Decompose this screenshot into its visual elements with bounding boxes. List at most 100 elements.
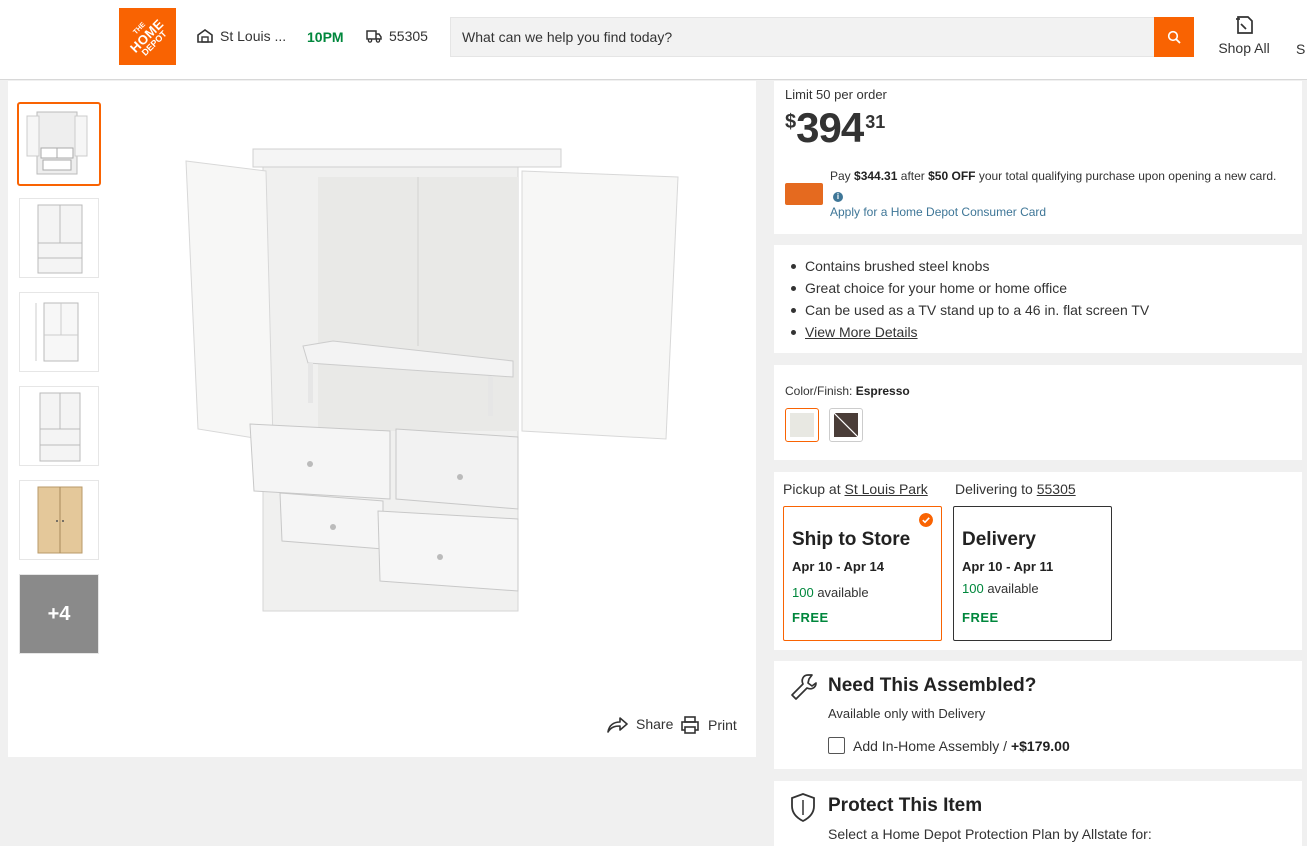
assembly-subtitle: Available only with Delivery: [828, 706, 986, 721]
assembly-checkbox[interactable]: [828, 737, 845, 754]
armoire-dimensions-thumbnail: [35, 302, 79, 362]
share-button[interactable]: Share: [606, 715, 673, 733]
promo-after: after: [900, 169, 925, 183]
promo-rest: your total qualifying purchase upon open…: [978, 169, 1277, 183]
media-gallery: +4 Share Print: [8, 81, 756, 757]
share-label: Share: [636, 716, 674, 732]
apply-card-link[interactable]: Apply for a Home Depot Consumer Card: [830, 205, 1046, 219]
highlights-card: Contains brushed steel knobs Great choic…: [774, 245, 1302, 353]
pickup-prefix: Pickup at: [783, 481, 841, 497]
delivery-title: Delivery: [962, 529, 1036, 550]
share-icon: [607, 717, 628, 733]
armoire-maple-thumbnail: [37, 486, 83, 554]
highlight-text: Can be used as a TV stand up to a 46 in.…: [805, 302, 1150, 318]
promo-discount: $50 OFF: [928, 169, 976, 183]
truck-icon: [366, 30, 382, 43]
promo-amount: $344.31: [854, 169, 898, 183]
search-icon: [1167, 30, 1181, 44]
ship-qty: 100: [792, 585, 814, 600]
thumbnail-more[interactable]: +4: [19, 574, 99, 654]
ship-avail-text: available: [817, 585, 869, 600]
shop-all-icon: [1236, 16, 1253, 34]
assembly-card: Need This Assembled? Available only with…: [774, 661, 1302, 769]
armoire-front-thumbnail: [39, 392, 81, 462]
color-label-text: Color/Finish:: [785, 384, 853, 398]
armoire-closed-thumbnail: [37, 204, 83, 274]
price-cents: 31: [865, 112, 886, 132]
color-finish-label: Color/Finish: Espresso: [785, 384, 910, 398]
search-bar: [450, 17, 1194, 57]
delivery-dates: Apr 10 - Apr 11: [962, 559, 1054, 574]
delivery-avail-text: available: [987, 581, 1039, 596]
thumbnail-4[interactable]: [19, 386, 99, 466]
store-hours[interactable]: 10PM: [307, 29, 344, 45]
store-name: St Louis ...: [220, 28, 287, 44]
delivery-zip: 55305: [389, 28, 428, 44]
highlight-item: Great choice for your home or home offic…: [790, 279, 1149, 301]
highlights-list: Contains brushed steel knobs Great choic…: [790, 257, 1150, 345]
ship-to-store-dates: Apr 10 - Apr 14: [792, 559, 884, 574]
ship-to-store-availability: 100 available: [792, 585, 869, 600]
info-icon[interactable]: i: [833, 192, 843, 202]
thumbnail-2[interactable]: [19, 198, 99, 278]
pickup-store-link[interactable]: St Louis Park: [844, 481, 927, 497]
site-header: THE HOME DEPOT St Louis ... 10PM 55305 W…: [0, 0, 1307, 80]
price-dollars: 394: [796, 104, 864, 151]
shop-all-label: Shop All: [1218, 40, 1270, 56]
highlight-text: Great choice for your home or home offic…: [805, 280, 1067, 296]
assembly-checkbox-label[interactable]: Add In-Home Assembly / +$179.00: [853, 738, 1070, 754]
main-product-image[interactable]: [178, 141, 688, 661]
assembly-price: +$179.00: [1010, 738, 1070, 754]
armoire-thumbnail-image: [26, 111, 88, 175]
search-button[interactable]: [1154, 17, 1194, 57]
delivery-zip-selector[interactable]: 55305: [366, 28, 428, 44]
shield-icon: [791, 793, 815, 823]
swatch-espresso[interactable]: [829, 408, 863, 442]
print-label: Print: [708, 717, 737, 733]
promo-pay: Pay: [830, 169, 851, 183]
pickup-label: Pickup at St Louis Park: [783, 481, 928, 497]
wrench-icon: [791, 674, 817, 700]
product-price: $ 394 31: [785, 107, 885, 149]
price-card: Limit 50 per order $ 394 31 Pay $344.31 …: [774, 81, 1302, 234]
protection-card: Protect This Item Select a Home Depot Pr…: [774, 781, 1302, 846]
color-selected-value: Espresso: [855, 384, 910, 398]
delivery-price: FREE: [962, 610, 999, 625]
delivery-qty: 100: [962, 581, 984, 596]
home-depot-logo[interactable]: THE HOME DEPOT: [119, 8, 176, 65]
highlight-item: Contains brushed steel knobs: [790, 257, 1149, 279]
view-more-details-text: View More Details: [805, 324, 918, 340]
thumbnail-1[interactable]: [17, 102, 101, 186]
view-more-details-link[interactable]: View More Details: [790, 323, 1149, 345]
swatch-white-fill: [790, 413, 814, 437]
swatch-white[interactable]: [785, 408, 819, 442]
store-selector[interactable]: St Louis ...: [197, 28, 286, 44]
delivery-tile[interactable]: Delivery Apr 10 - Apr 11 100 available F…: [953, 506, 1112, 641]
fulfillment-card: Pickup at St Louis Park Delivering to 55…: [774, 472, 1302, 650]
print-icon: [681, 716, 699, 734]
highlight-item: Can be used as a TV stand up to a 46 in.…: [790, 301, 1150, 323]
search-input[interactable]: [451, 18, 1155, 56]
ship-to-store-tile[interactable]: Ship to Store Apr 10 - Apr 14 100 availa…: [783, 506, 942, 641]
delivery-prefix: Delivering to: [955, 481, 1033, 497]
highlight-text: Contains brushed steel knobs: [805, 258, 990, 274]
thumbnail-3[interactable]: [19, 292, 99, 372]
credit-card-image: [785, 183, 823, 205]
print-button[interactable]: Print: [680, 715, 737, 735]
shop-all-button[interactable]: Shop All: [1212, 14, 1276, 56]
color-finish-card: Color/Finish: Espresso: [774, 365, 1302, 460]
credit-promo-text: Pay $344.31 after $50 OFF your total qua…: [830, 167, 1290, 205]
ship-to-store-price: FREE: [792, 610, 829, 625]
order-limit: Limit 50 per order: [785, 87, 887, 102]
delivery-zip-link[interactable]: 55305: [1037, 481, 1076, 497]
more-images-count: +4: [47, 602, 71, 625]
delivery-availability: 100 available: [962, 581, 1039, 596]
header-truncated-item[interactable]: S: [1296, 41, 1305, 57]
checkmark-icon: [919, 513, 933, 527]
price-currency: $: [785, 111, 797, 133]
thumbnail-5[interactable]: [19, 480, 99, 560]
assembly-title: Need This Assembled?: [828, 675, 1037, 696]
ship-to-store-title: Ship to Store: [792, 529, 911, 550]
store-icon: [197, 29, 213, 43]
assembly-label-text: Add In-Home Assembly /: [853, 738, 1008, 754]
